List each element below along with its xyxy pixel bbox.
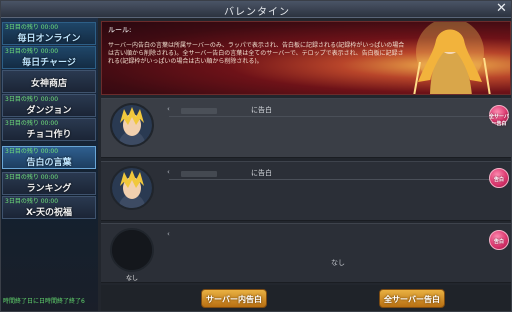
row-caret-icon: ‹	[167, 105, 170, 113]
title-bar: バレンタイン ✕	[1, 1, 511, 18]
confession-row[interactable]: なし ‹ なし 告白	[101, 223, 511, 283]
rules-box: ルール: サーバー内告白の言葉は所属サーバーのみ、ラッパで表示され、告白板に記録…	[108, 26, 408, 66]
avatar	[110, 103, 154, 147]
row-divider	[169, 116, 499, 117]
row-badge-label: 全サーバー告白	[489, 114, 509, 127]
sidebar-item-label: 毎日オンライン	[17, 34, 81, 44]
row-sender-name: なし	[125, 275, 138, 282]
sidebar-item-tag: 3日目の残り 00:00	[5, 148, 59, 155]
sidebar: 3日目の残り 00:00 毎日オンライン 3日目の残り 00:00 毎日チャージ…	[1, 18, 98, 311]
redacted-name	[181, 108, 217, 114]
sidebar-item-tag: 3日目の残り 00:00	[5, 198, 59, 205]
row-caret-icon: ‹	[167, 168, 170, 176]
row-badge-label: 告白	[493, 239, 504, 245]
sidebar-item-tag: 3日目の残り 00:00	[5, 174, 59, 181]
sidebar-item-blessing[interactable]: 3日目の残り 00:00 X-天の祝福	[2, 196, 96, 219]
redacted-name	[181, 171, 217, 177]
event-banner: ルール: サーバー内告白の言葉は所属サーバーのみ、ラッパで表示され、告白板に記録…	[101, 21, 511, 95]
confession-row[interactable]: ‹ に告白 告白	[101, 161, 511, 221]
sidebar-item-label: ダンジョン	[26, 106, 72, 116]
sidebar-item-label: チョコ作り	[26, 130, 72, 140]
close-icon[interactable]: ✕	[494, 2, 509, 17]
server-confess-label: サーバー内告白	[206, 295, 262, 304]
sidebar-item-label: X-天の祝福	[26, 208, 72, 218]
sidebar-item-tag: 3日目の残り 00:00	[5, 48, 59, 55]
sidebar-item-tag: 3日目の残り 00:00	[5, 24, 59, 31]
sidebar-item-daily-online[interactable]: 3日目の残り 00:00 毎日オンライン	[2, 22, 96, 45]
row-divider	[169, 179, 499, 180]
row-caret-icon: ‹	[167, 230, 170, 238]
sidebar-item-label: 告白の言葉	[26, 158, 72, 168]
goddess-illustration	[413, 22, 491, 94]
sidebar-item-confession[interactable]: 3日目の残り 00:00 告白の言葉	[2, 146, 96, 169]
action-bar: サーバー内告白 全サーバー告白	[101, 285, 511, 311]
window-title: バレンタイン	[224, 7, 290, 18]
sidebar-item-goddess-shop[interactable]: 女神商店	[2, 70, 96, 93]
row-badge-label: 告白	[493, 177, 504, 183]
confession-row[interactable]: ‹ に告白 全サーバー告白	[101, 98, 511, 158]
row-message: なし	[331, 259, 345, 267]
row-title: に告白	[251, 169, 272, 177]
sidebar-footer: 時間終了日に日時間終了終了6	[3, 298, 85, 305]
server-confess-button[interactable]: サーバー内告白	[201, 289, 267, 308]
sidebar-item-label: 毎日チャージ	[22, 58, 76, 68]
sidebar-item-label: ランキング	[26, 184, 72, 194]
all-server-confess-label: 全サーバー告白	[384, 295, 440, 304]
rules-title: ルール:	[108, 26, 132, 34]
avatar	[110, 166, 154, 210]
sidebar-item-dungeon[interactable]: 3日目の残り 00:00 ダンジョン	[2, 94, 96, 117]
sidebar-item-daily-charge[interactable]: 3日目の残り 00:00 毎日チャージ	[2, 46, 96, 69]
all-server-confess-button[interactable]: 全サーバー告白	[379, 289, 445, 308]
rules-text: サーバー内告白の言葉は所属サーバーのみ、ラッパで表示され、告白板に記録される(記…	[108, 42, 405, 65]
sidebar-item-label: 女神商店	[30, 79, 67, 89]
row-title: に告白	[251, 106, 272, 114]
avatar-empty	[110, 228, 154, 272]
valentine-window: バレンタイン ✕ 3日目の残り 00:00 毎日オンライン 3日目の残り 00:…	[0, 0, 512, 312]
sidebar-item-tag: 3日目の残り 00:00	[5, 96, 59, 103]
sidebar-item-tag: 3日目の残り 00:00	[5, 120, 59, 127]
sidebar-item-ranking[interactable]: 3日目の残り 00:00 ランキング	[2, 172, 96, 195]
sidebar-item-chocolate[interactable]: 3日目の残り 00:00 チョコ作り	[2, 118, 96, 141]
